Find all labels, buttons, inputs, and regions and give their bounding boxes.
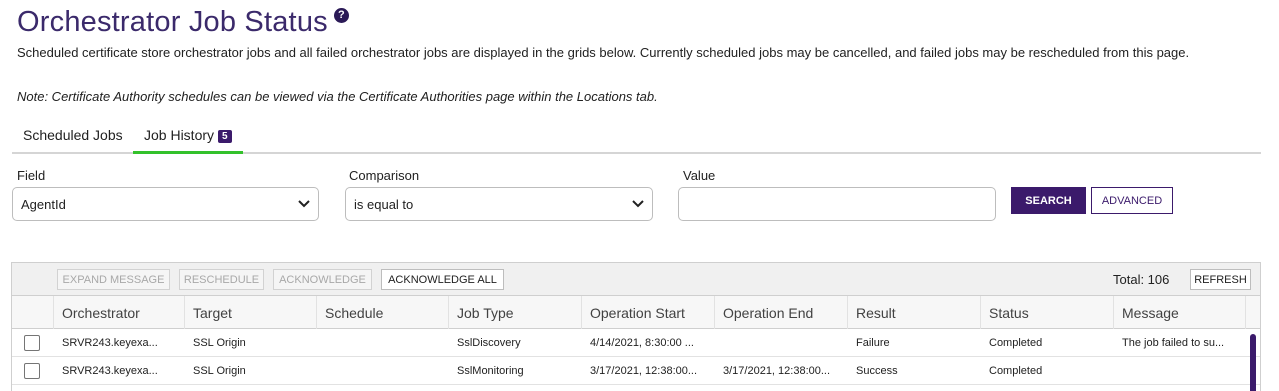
comparison-label: Comparison xyxy=(349,168,420,183)
job-history-count-badge: 5 xyxy=(218,130,232,143)
job-history-grid: EXPAND MESSAGE RESCHEDULE ACKNOWLEDGE AC… xyxy=(11,262,1261,391)
column-header-operation-end[interactable]: Operation End xyxy=(715,296,848,329)
column-header-message[interactable]: Message xyxy=(1114,296,1246,329)
cell-status: Completed xyxy=(989,337,1043,349)
cell-job-type: SslDiscovery xyxy=(457,337,521,349)
cell-operation-start: 4/14/2021, 8:30:00 ... xyxy=(590,337,694,349)
cell-result: Failure xyxy=(856,337,890,349)
column-header-orchestrator[interactable]: Orchestrator xyxy=(54,296,185,329)
page-title: Orchestrator Job Status ? xyxy=(17,4,349,40)
column-header-result[interactable]: Result xyxy=(848,296,981,329)
cell-orchestrator: SRVR243.keyexa... xyxy=(62,337,158,349)
chevron-down-icon xyxy=(632,200,644,208)
value-label: Value xyxy=(683,168,716,183)
cell-operation-start: 3/17/2021, 12:38:00... xyxy=(590,365,698,377)
field-label: Field xyxy=(17,168,46,183)
column-header-schedule[interactable]: Schedule xyxy=(317,296,449,329)
field-select-value: AgentId xyxy=(21,196,66,212)
chevron-down-icon xyxy=(298,200,310,208)
cell-schedule xyxy=(317,329,449,357)
column-header-job-type[interactable]: Job Type xyxy=(449,296,582,329)
column-header-status[interactable]: Status xyxy=(981,296,1114,329)
acknowledge-button[interactable]: ACKNOWLEDGE xyxy=(273,269,372,290)
tab-scheduled-jobs[interactable]: Scheduled Jobs xyxy=(12,124,134,154)
tab-bar: Scheduled Jobs Job History 5 xyxy=(12,124,1261,154)
total-count: Total: 106 xyxy=(1113,272,1170,287)
page-note: Note: Certificate Authority schedules ca… xyxy=(17,89,658,104)
row-checkbox[interactable] xyxy=(24,363,40,379)
page-description: Scheduled certificate store orchestrator… xyxy=(17,45,1190,60)
question-circle-icon[interactable]: ? xyxy=(333,7,349,23)
cell-operation-end xyxy=(715,329,848,357)
cell-job-type: SslMonitoring xyxy=(457,365,524,377)
cell-status: Completed xyxy=(989,365,1043,377)
cell-schedule xyxy=(317,357,449,385)
acknowledge-all-button[interactable]: ACKNOWLEDGE ALL xyxy=(381,269,504,290)
cell-operation-end: 3/17/2021, 12:38:00... xyxy=(723,365,831,377)
grid-toolbar: EXPAND MESSAGE RESCHEDULE ACKNOWLEDGE AC… xyxy=(12,263,1260,296)
cell-orchestrator: SRVR243.keyexa... xyxy=(62,365,158,377)
value-input[interactable] xyxy=(678,187,996,221)
select-column-header xyxy=(12,296,54,329)
comparison-select-value: is equal to xyxy=(354,196,414,212)
tab-job-history-label: Job History xyxy=(144,127,215,143)
reschedule-button[interactable]: RESCHEDULE xyxy=(179,269,264,290)
column-header-operation-start[interactable]: Operation Start xyxy=(582,296,715,329)
grid-scrollbar[interactable] xyxy=(1250,334,1256,391)
grid-header-row: Orchestrator Target Schedule Job Type Op… xyxy=(12,296,1260,329)
cell-message: The job failed to su... xyxy=(1122,337,1225,349)
column-header-target[interactable]: Target xyxy=(185,296,317,329)
expand-message-button[interactable]: EXPAND MESSAGE xyxy=(57,269,170,290)
advanced-button[interactable]: ADVANCED xyxy=(1091,187,1173,214)
field-select[interactable]: AgentId xyxy=(12,187,319,221)
search-button[interactable]: SEARCH xyxy=(1011,187,1086,214)
tab-job-history[interactable]: Job History 5 xyxy=(133,124,243,154)
row-checkbox[interactable] xyxy=(24,335,40,351)
comparison-select[interactable]: is equal to xyxy=(345,187,653,221)
cell-message xyxy=(1114,357,1246,385)
table-row[interactable]: SRVR243.keyexa... SSL Origin SslMonitori… xyxy=(12,357,1260,385)
cell-target: SSL Origin xyxy=(193,365,246,377)
cell-result: Success xyxy=(856,365,898,377)
refresh-button[interactable]: REFRESH xyxy=(1190,269,1251,290)
tab-scheduled-jobs-label: Scheduled Jobs xyxy=(23,127,123,143)
table-row[interactable]: SRVR243.keyexa... SSL Origin SslDiscover… xyxy=(12,329,1260,357)
page-title-text: Orchestrator Job Status xyxy=(17,5,328,38)
cell-target: SSL Origin xyxy=(193,337,246,349)
